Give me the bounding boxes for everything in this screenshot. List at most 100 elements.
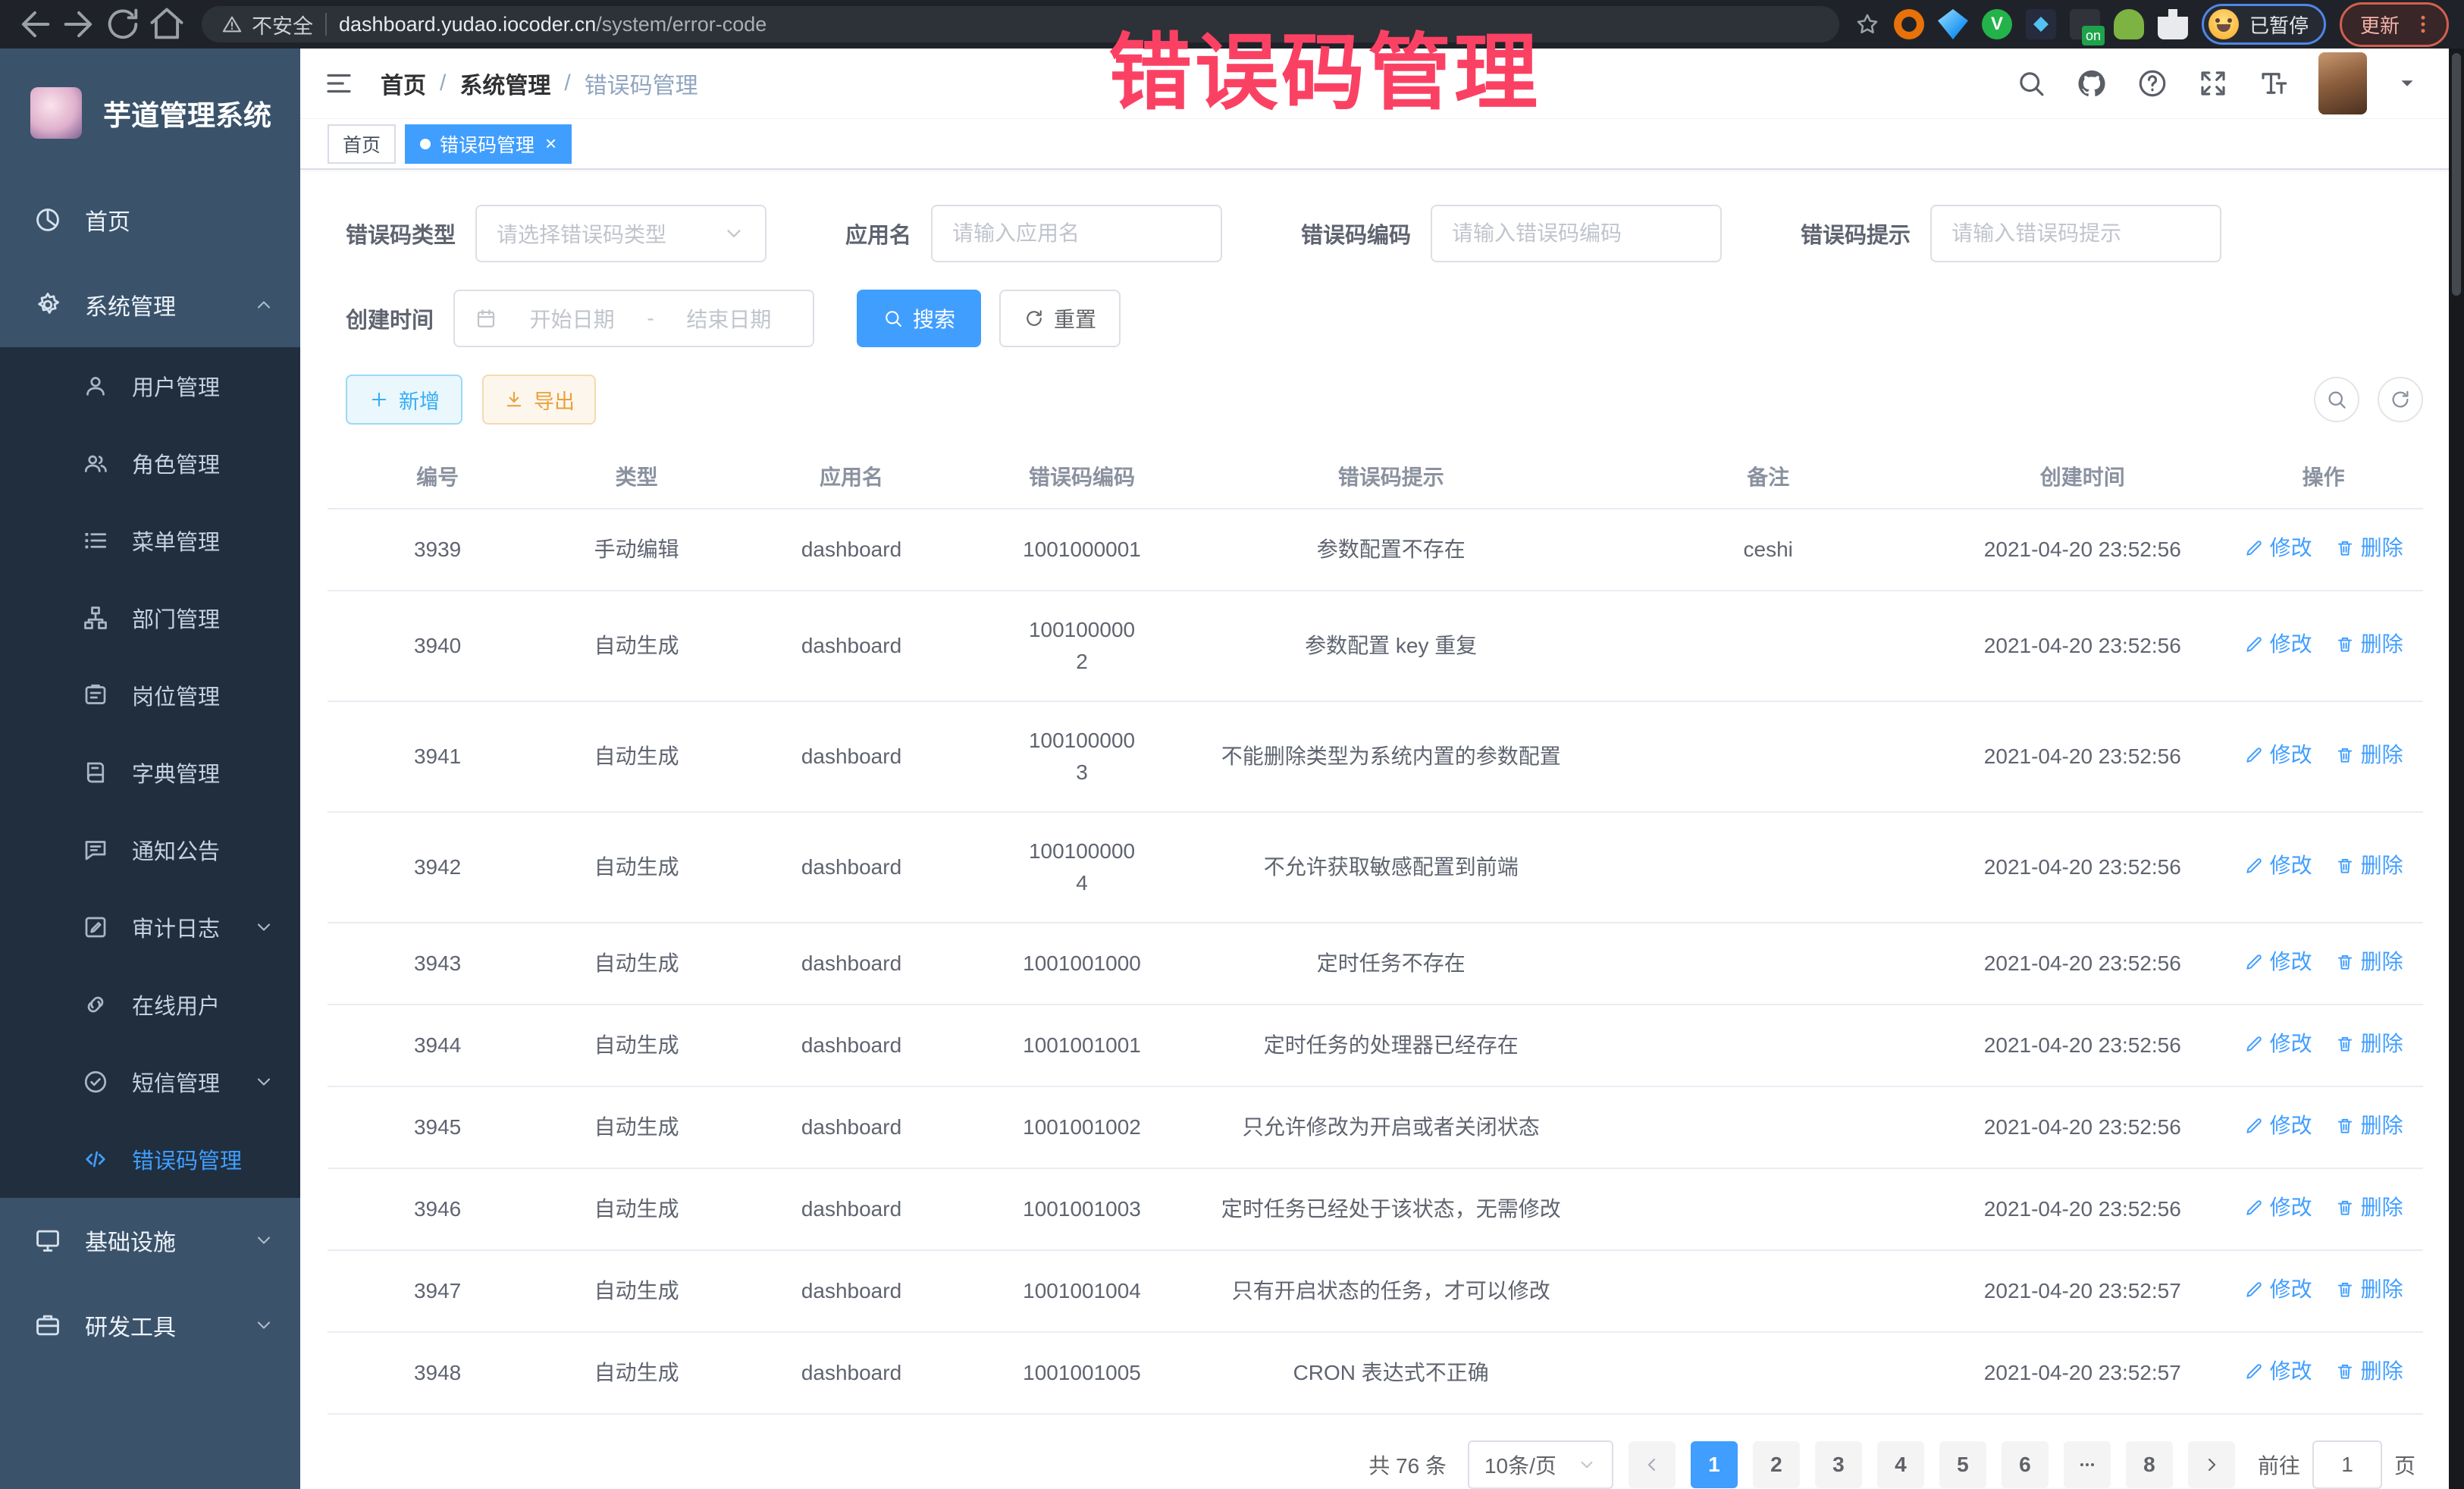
security-indicator[interactable]: 不安全: [221, 10, 313, 39]
sidebar-item-9[interactable]: 审计日志: [0, 889, 300, 966]
page-button-1[interactable]: 1: [1691, 1441, 1738, 1488]
refresh-table-button[interactable]: [2378, 377, 2423, 422]
tab-首页[interactable]: 首页: [328, 124, 396, 164]
sidebar-logo[interactable]: 芋道管理系统: [0, 49, 300, 177]
sidebar-item-14[interactable]: 研发工具: [0, 1283, 300, 1368]
browser-back-icon[interactable]: [15, 5, 55, 44]
add-button[interactable]: 新增: [346, 375, 462, 425]
delete-link[interactable]: 删除: [2335, 1356, 2403, 1387]
delete-link[interactable]: 删除: [2335, 532, 2403, 564]
menu-tree-icon: [82, 527, 109, 554]
sidebar-item-10[interactable]: 在线用户: [0, 966, 300, 1043]
more-pages-button[interactable]: [2064, 1441, 2111, 1488]
next-page-button[interactable]: [2188, 1441, 2235, 1488]
goto-page-input[interactable]: [2312, 1440, 2382, 1489]
breadcrumb-item[interactable]: 首页: [381, 67, 426, 100]
page-size-select[interactable]: 10条/页: [1468, 1440, 1613, 1489]
reset-button[interactable]: 重置: [999, 290, 1121, 347]
prev-page-button[interactable]: [1629, 1441, 1676, 1488]
chevron-down-icon: [723, 222, 745, 245]
browser-scrollbar[interactable]: [2449, 49, 2464, 1489]
extensions-puzzle-icon[interactable]: [2158, 9, 2188, 39]
error-type-select[interactable]: 请选择错误码类型: [475, 205, 766, 262]
browser-forward-icon[interactable]: [59, 5, 99, 44]
fullscreen-icon[interactable]: [2197, 67, 2229, 99]
delete-link[interactable]: 删除: [2335, 946, 2403, 978]
extension-icon[interactable]: [1938, 9, 1968, 39]
page-button-5[interactable]: 5: [1939, 1441, 1986, 1488]
sidebar-item-6[interactable]: 岗位管理: [0, 657, 300, 734]
user-avatar[interactable]: [2318, 52, 2367, 114]
col-header-7: 操作: [2224, 444, 2423, 509]
delete-link[interactable]: 删除: [2335, 1274, 2403, 1306]
help-icon[interactable]: [2136, 67, 2168, 99]
sidebar-item-4[interactable]: 菜单管理: [0, 502, 300, 579]
browser-reload-icon[interactable]: [103, 5, 143, 44]
sidebar-item-7[interactable]: 字典管理: [0, 734, 300, 811]
sidebar-item-2[interactable]: 用户管理: [0, 347, 300, 425]
hamburger-icon[interactable]: [323, 67, 355, 99]
page-button-3[interactable]: 3: [1815, 1441, 1862, 1488]
sidebar-item-13[interactable]: 基础设施: [0, 1198, 300, 1283]
users-icon: [82, 450, 109, 477]
delete-link[interactable]: 删除: [2335, 629, 2403, 660]
sidebar-item-5[interactable]: 部门管理: [0, 579, 300, 657]
security-label: 不安全: [252, 10, 313, 39]
chevron-up-icon: [253, 294, 274, 315]
sidebar-item-8[interactable]: 通知公告: [0, 811, 300, 889]
sidebar-item-11[interactable]: 短信管理: [0, 1043, 300, 1121]
edit-link[interactable]: 修改: [2244, 850, 2312, 882]
bookmark-star-icon[interactable]: [1854, 11, 1880, 37]
github-icon[interactable]: [2076, 67, 2108, 99]
font-size-icon[interactable]: [2258, 67, 2290, 99]
edit-link[interactable]: 修改: [2244, 1192, 2312, 1224]
delete-link[interactable]: 删除: [2335, 1192, 2403, 1224]
browser-update-button[interactable]: 更新: [2340, 2, 2449, 47]
edit-link[interactable]: 修改: [2244, 1110, 2312, 1142]
browser-menu-icon[interactable]: [2412, 13, 2434, 36]
date-range-picker[interactable]: 开始日期 - 结束日期: [453, 290, 814, 347]
page-button-2[interactable]: 2: [1753, 1441, 1800, 1488]
delete-link[interactable]: 删除: [2335, 1110, 2403, 1142]
delete-link[interactable]: 删除: [2335, 850, 2403, 882]
sidebar-item-3[interactable]: 角色管理: [0, 425, 300, 502]
sidebar-item-12[interactable]: 错误码管理: [0, 1121, 300, 1198]
close-tab-icon[interactable]: ×: [545, 132, 556, 155]
address-bar[interactable]: 不安全 dashboard.yudao.iocoder.cn/system/er…: [202, 6, 1839, 42]
edit-link[interactable]: 修改: [2244, 1356, 2312, 1387]
search-icon: [882, 308, 904, 329]
edit-link[interactable]: 修改: [2244, 1274, 2312, 1306]
breadcrumb-item[interactable]: 系统管理: [459, 67, 550, 100]
edit-link[interactable]: 修改: [2244, 946, 2312, 978]
search-form: 错误码类型 请选择错误码类型 应用名 错误码编码: [328, 205, 2423, 347]
edit-link[interactable]: 修改: [2244, 739, 2312, 771]
extension-icon[interactable]: V: [1982, 9, 2012, 39]
edit-link[interactable]: 修改: [2244, 532, 2312, 564]
extension-icon[interactable]: [2114, 9, 2144, 39]
extension-icon[interactable]: [1894, 9, 1924, 39]
edit-link[interactable]: 修改: [2244, 1028, 2312, 1060]
show-search-button[interactable]: [2314, 377, 2359, 422]
extension-icon[interactable]: [2070, 9, 2100, 39]
extension-icon[interactable]: [2026, 9, 2056, 39]
delete-link[interactable]: 删除: [2335, 1028, 2403, 1060]
page-button-8[interactable]: 8: [2126, 1441, 2173, 1488]
browser-home-icon[interactable]: [147, 5, 187, 44]
error-msg-input[interactable]: [1951, 221, 2200, 246]
search-button[interactable]: 搜索: [857, 290, 981, 347]
sidebar-item-0[interactable]: 首页: [0, 177, 300, 262]
caret-down-icon[interactable]: [2396, 72, 2419, 95]
sidebar-item-label: 用户管理: [132, 370, 274, 402]
page-button-6[interactable]: 6: [2002, 1441, 2049, 1488]
delete-link[interactable]: 删除: [2335, 739, 2403, 771]
search-icon[interactable]: [2015, 67, 2047, 99]
sidebar-item-1[interactable]: 系统管理: [0, 262, 300, 347]
error-code-input[interactable]: [1452, 221, 1701, 246]
col-header-6: 创建时间: [1941, 444, 2224, 509]
browser-profile-button[interactable]: 已暂停: [2202, 4, 2326, 45]
app-name-input[interactable]: [952, 221, 1201, 246]
export-button[interactable]: 导出: [482, 375, 596, 425]
tab-错误码管理[interactable]: 错误码管理×: [405, 124, 572, 164]
edit-link[interactable]: 修改: [2244, 629, 2312, 660]
page-button-4[interactable]: 4: [1877, 1441, 1924, 1488]
